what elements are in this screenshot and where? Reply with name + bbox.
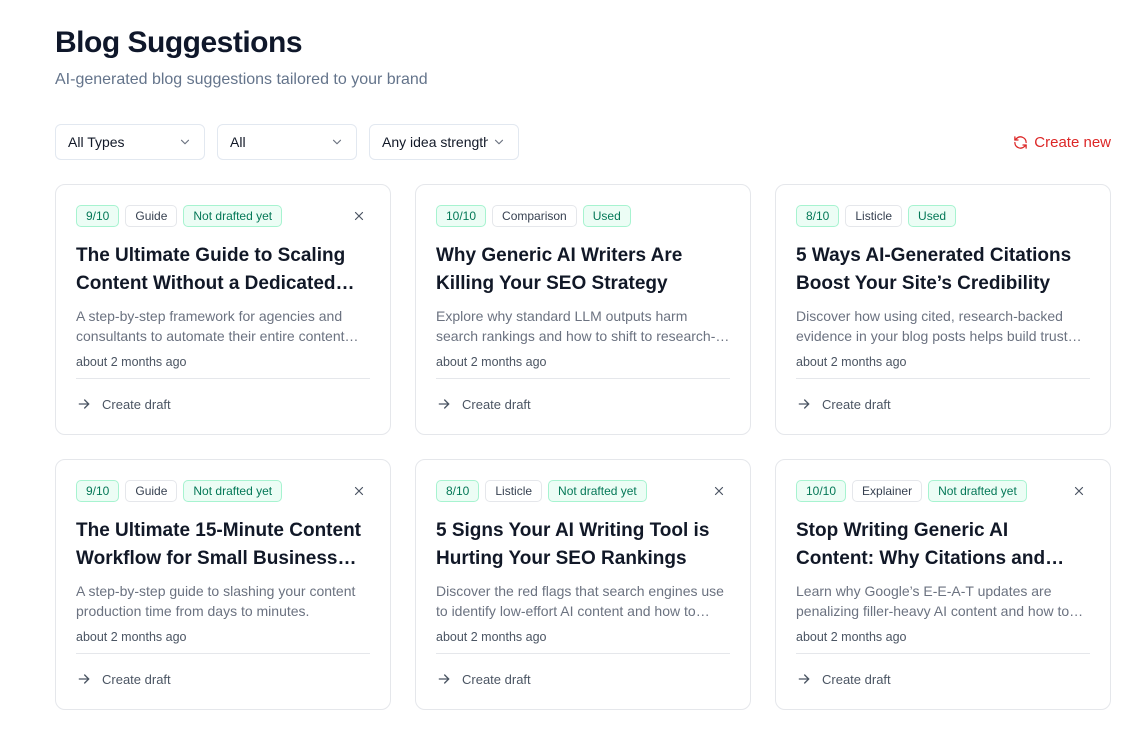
type-badge: Listicle — [485, 480, 543, 502]
chevron-down-icon — [494, 139, 504, 145]
filter-toolbar: All Types All Any idea strength Create n… — [55, 124, 1111, 160]
dismiss-button[interactable] — [348, 480, 370, 502]
create-draft-button[interactable]: Create draft — [436, 395, 730, 413]
card-description: Learn why Google’s E-E-A-T updates are p… — [796, 583, 1070, 619]
type-filter-select[interactable]: All Types — [55, 124, 205, 160]
page-subtitle: AI-generated blog suggestions tailored t… — [55, 71, 428, 88]
card-timestamp: about 2 months ago — [76, 355, 187, 369]
suggestion-card[interactable]: 10/10 Comparison Used Why Generic AI Wri… — [415, 184, 751, 435]
page-title: Blog Suggestions — [55, 26, 303, 59]
card-title: 5 Signs Your AI Writing Tool is Hurting … — [436, 520, 710, 569]
create-draft-label: Create draft — [822, 671, 891, 687]
status-badge: Used — [582, 205, 631, 227]
type-badge: Guide — [125, 480, 178, 502]
arrow-right-icon — [78, 399, 90, 409]
card-title: The Ultimate 15-Minute Content Workflow … — [76, 520, 362, 569]
arrow-right-icon — [438, 674, 450, 684]
arrow-right-icon — [798, 674, 810, 684]
close-icon — [354, 211, 364, 221]
card-timestamp: about 2 months ago — [796, 630, 907, 644]
close-icon — [714, 486, 724, 496]
score-badge: 10/10 — [796, 480, 847, 502]
card-title: 5 Ways AI-Generated Citations Boost Your… — [796, 245, 1072, 294]
create-new-label: Create new — [1034, 133, 1111, 151]
card-badges: 9/10 Guide Not drafted yet — [76, 205, 370, 227]
dismiss-button[interactable] — [348, 205, 370, 227]
card-description: A step-by-step guide to slashing your co… — [76, 583, 356, 619]
create-draft-label: Create draft — [102, 671, 171, 687]
score-badge: 10/10 — [436, 205, 487, 227]
card-divider — [796, 653, 1090, 654]
card-divider — [436, 378, 730, 379]
chevron-down-icon — [332, 139, 342, 145]
card-description: Discover how using cited, research-backe… — [796, 308, 1068, 344]
suggestion-card[interactable]: 9/10 Guide Not drafted yet The Ultimate … — [55, 184, 391, 435]
card-title: Why Generic AI Writers Are Killing Your … — [436, 245, 683, 294]
card-divider — [76, 653, 370, 654]
create-draft-button[interactable]: Create draft — [76, 670, 370, 688]
create-draft-button[interactable]: Create draft — [796, 670, 1090, 688]
score-badge: 9/10 — [76, 480, 120, 502]
chevron-down-icon — [180, 139, 190, 145]
type-badge: Listicle — [845, 205, 903, 227]
card-divider — [796, 378, 1090, 379]
score-badge: 8/10 — [796, 205, 840, 227]
status-badge: Not drafted yet — [928, 480, 1027, 502]
card-description: Explore why standard LLM outputs harm se… — [436, 308, 716, 344]
strength-filter-select[interactable]: Any idea strength — [369, 124, 519, 160]
status-badge: Not drafted yet — [183, 205, 283, 227]
create-draft-label: Create draft — [462, 396, 531, 412]
arrow-right-icon — [78, 674, 90, 684]
score-badge: 9/10 — [76, 205, 120, 227]
card-badges: 8/10 Listicle Not drafted yet — [436, 480, 730, 502]
type-filter-value: All Types — [68, 134, 125, 150]
dismiss-button[interactable] — [708, 480, 730, 502]
arrow-right-icon — [438, 399, 450, 409]
card-title: Stop Writing Generic AI Content: Why Cit… — [796, 520, 1046, 569]
type-badge: Comparison — [492, 205, 577, 227]
suggestion-card[interactable]: 8/10 Listicle Used 5 Ways AI-Generated C… — [775, 184, 1111, 435]
type-badge: Guide — [125, 205, 178, 227]
status-filter-select[interactable]: All — [217, 124, 357, 160]
card-badges: 10/10 Comparison Used — [436, 205, 730, 227]
suggestion-card[interactable]: 9/10 Guide Not drafted yet The Ultimate … — [55, 459, 391, 710]
dismiss-button[interactable] — [1068, 480, 1090, 502]
card-description: A step-by-step framework for agencies an… — [76, 308, 345, 344]
create-draft-label: Create draft — [102, 396, 171, 412]
card-badges: 8/10 Listicle Used — [796, 205, 1090, 227]
create-draft-button[interactable]: Create draft — [796, 395, 1090, 413]
page-header: Blog Suggestions AI-generated blog sugge… — [55, 24, 1111, 90]
card-badges: 10/10 Explainer Not drafted yet — [796, 480, 1090, 502]
close-icon — [1074, 486, 1084, 496]
card-divider — [76, 378, 370, 379]
card-title: The Ultimate Guide to Scaling Content Wi… — [76, 245, 346, 294]
score-badge: 8/10 — [436, 480, 480, 502]
card-timestamp: about 2 months ago — [76, 630, 187, 644]
card-timestamp: about 2 months ago — [796, 355, 907, 369]
arrow-right-icon — [798, 399, 810, 409]
card-timestamp: about 2 months ago — [436, 630, 547, 644]
card-divider — [436, 653, 730, 654]
close-icon — [354, 486, 364, 496]
create-draft-label: Create draft — [822, 396, 891, 412]
type-badge: Explainer — [852, 480, 923, 502]
card-badges: 9/10 Guide Not drafted yet — [76, 480, 370, 502]
suggestion-card[interactable]: 10/10 Explainer Not drafted yet Stop Wri… — [775, 459, 1111, 710]
create-draft-button[interactable]: Create draft — [436, 670, 730, 688]
create-draft-button[interactable]: Create draft — [76, 395, 370, 413]
status-badge: Used — [908, 205, 957, 227]
create-new-button[interactable]: Create new — [1013, 124, 1111, 160]
suggestion-card[interactable]: 8/10 Listicle Not drafted yet 5 Signs Yo… — [415, 459, 751, 710]
card-timestamp: about 2 months ago — [436, 355, 547, 369]
create-draft-label: Create draft — [462, 671, 531, 687]
status-badge: Not drafted yet — [183, 480, 283, 502]
refresh-icon — [1014, 135, 1028, 149]
status-badge: Not drafted yet — [548, 480, 647, 502]
strength-filter-value: Any idea strength — [382, 134, 488, 150]
status-filter-value: All — [230, 134, 246, 150]
card-description: Discover the red flags that search engin… — [436, 583, 724, 619]
